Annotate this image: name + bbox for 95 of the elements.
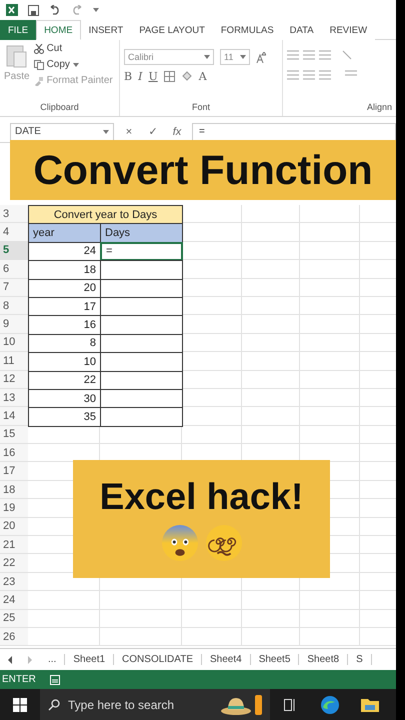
brush-icon: [34, 76, 44, 86]
caret-icon: [240, 55, 246, 59]
font-color-button[interactable]: A: [198, 70, 207, 83]
row-number[interactable]: 5: [0, 242, 28, 260]
mode-indicator: ENTER: [2, 674, 36, 685]
taskbar-search-field[interactable]: Type here to search: [40, 689, 270, 720]
table-cell: 22: [28, 370, 101, 390]
row-number[interactable]: 10: [0, 334, 28, 352]
fill-bucket-icon[interactable]: [180, 71, 193, 82]
row-number[interactable]: 6: [0, 260, 28, 279]
row-number[interactable]: 17: [0, 462, 28, 481]
clipboard-icon[interactable]: [6, 43, 28, 69]
table-cell[interactable]: [100, 388, 183, 408]
copy-button[interactable]: Copy: [34, 59, 113, 70]
folder-icon[interactable]: [361, 698, 379, 712]
row-number[interactable]: 9: [0, 315, 28, 334]
table-cell[interactable]: [100, 334, 183, 354]
ribbon-tab[interactable]: FILE: [0, 20, 36, 40]
windows-start-icon[interactable]: [13, 698, 27, 712]
table-cell[interactable]: [100, 278, 183, 298]
group-label: Alignn: [366, 102, 392, 114]
table-cell[interactable]: [100, 260, 183, 280]
row-number[interactable]: 23: [0, 572, 28, 592]
row-number[interactable]: 19: [0, 499, 28, 518]
row-number[interactable]: 14: [0, 407, 28, 426]
row-number[interactable]: 25: [0, 610, 28, 628]
task-view-icon[interactable]: [284, 698, 296, 710]
row-number[interactable]: 11: [0, 352, 28, 371]
cut-button[interactable]: Cut: [34, 43, 113, 54]
row-number[interactable]: 26: [0, 628, 28, 646]
sheet-tab[interactable]: Sheet5: [250, 654, 300, 665]
row-number[interactable]: 21: [0, 536, 28, 554]
group-label: Font: [190, 102, 211, 114]
table-cell[interactable]: [100, 407, 183, 427]
save-icon[interactable]: [28, 4, 39, 16]
column-header: year: [28, 223, 101, 243]
font-name-field[interactable]: Calibri: [124, 49, 214, 65]
row-number[interactable]: 7: [0, 278, 28, 297]
fearful-face-icon: [160, 524, 198, 562]
hat-and-sunscreen-icon: [220, 692, 264, 716]
table-cell[interactable]: [100, 370, 183, 390]
sheet-tab[interactable]: CONSOLIDATE: [114, 654, 202, 665]
row-number[interactable]: 20: [0, 518, 28, 536]
caret-icon: [72, 62, 79, 66]
column-header: Days: [100, 223, 183, 243]
spreadsheet-logo-icon: [6, 4, 18, 16]
font-size-field[interactable]: 11: [220, 49, 250, 65]
row-number[interactable]: 24: [0, 591, 28, 610]
table-cell: 35: [28, 407, 101, 427]
group-label: Clipboard: [39, 102, 80, 114]
table-cell[interactable]: =: [100, 242, 183, 262]
caret-icon: [103, 130, 109, 134]
scissors-icon: [34, 44, 44, 54]
row-number[interactable]: 13: [0, 388, 28, 408]
table-cell[interactable]: [100, 315, 183, 335]
table-cell[interactable]: [100, 296, 183, 316]
row-number[interactable]: 8: [0, 296, 28, 316]
row-number[interactable]: 15: [0, 426, 28, 444]
row-number[interactable]: 16: [0, 444, 28, 462]
sheet-tab[interactable]: Sheet1: [65, 654, 114, 665]
copy-icon: [34, 60, 44, 70]
italic-button[interactable]: I: [138, 70, 142, 83]
browser-icon[interactable]: [321, 696, 339, 714]
table-cell: 10: [28, 352, 101, 372]
row-number[interactable]: 3: [0, 205, 28, 224]
table-cell: 16: [28, 315, 101, 335]
dizzy-face-icon: [204, 524, 242, 562]
title-banner: Convert Function: [10, 140, 396, 200]
sheet-tab[interactable]: Sheet8: [299, 654, 348, 665]
caret-icon: [204, 55, 210, 59]
insert-function-button[interactable]: fx: [168, 126, 186, 138]
more-sheets-button[interactable]: ...: [40, 654, 66, 665]
row-number[interactable]: 22: [0, 554, 28, 573]
borders-icon[interactable]: [164, 71, 175, 82]
undo-icon[interactable]: [49, 5, 61, 15]
caption-text: Excel hack!: [100, 476, 304, 518]
ribbon-tab[interactable]: INSERT: [80, 20, 132, 40]
caret-icon: [93, 8, 99, 12]
underline-button[interactable]: U: [148, 70, 158, 83]
bold-button[interactable]: B: [124, 70, 132, 83]
cancel-button[interactable]: ×: [120, 126, 138, 138]
table-cell[interactable]: [100, 352, 183, 372]
row-number[interactable]: 4: [0, 223, 28, 242]
enter-button[interactable]: ✓: [144, 125, 162, 138]
table-cell: 20: [28, 278, 101, 298]
search-icon: [48, 698, 60, 710]
macro-record-icon[interactable]: [50, 674, 60, 684]
table-cell: 18: [28, 260, 101, 280]
ribbon-tab[interactable]: HOME: [36, 20, 81, 40]
row-number[interactable]: 12: [0, 370, 28, 389]
sheet-tab[interactable]: S: [348, 654, 372, 665]
grow-font-icon[interactable]: [256, 52, 266, 62]
row-number[interactable]: 18: [0, 480, 28, 500]
table-title: Convert year to Days: [28, 205, 183, 224]
sheet-tab[interactable]: Sheet4: [202, 654, 251, 665]
